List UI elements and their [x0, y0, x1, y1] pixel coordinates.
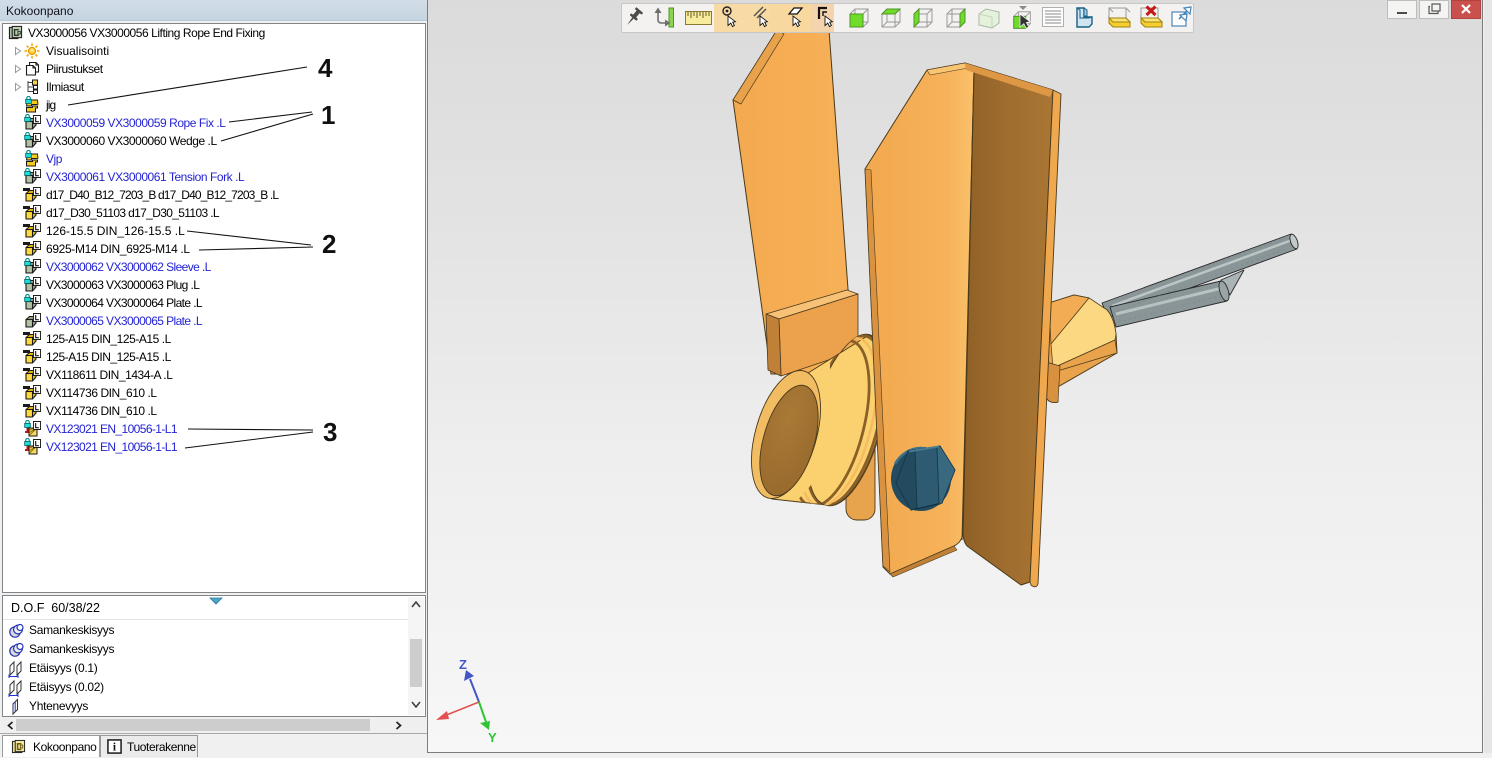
svg-text:Z: Z — [459, 657, 467, 672]
svg-text:Y: Y — [488, 730, 497, 745]
